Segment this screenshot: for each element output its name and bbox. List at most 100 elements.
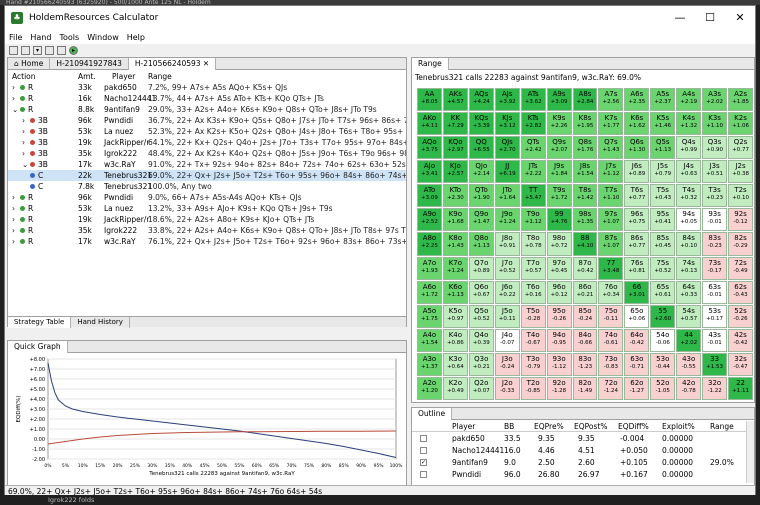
range-cell[interactable]: K9o +1.68 (442, 208, 468, 232)
expand-toggle-icon[interactable]: › (12, 94, 15, 103)
range-cell[interactable]: T6s +0.77 (624, 184, 650, 208)
menu-file[interactable]: File (9, 33, 22, 42)
range-cell[interactable]: KJs +3.12 (494, 112, 520, 136)
maximize-button[interactable]: ☐ (695, 6, 725, 30)
range-cell[interactable]: 63o -0.71 (624, 352, 650, 376)
range-cell[interactable]: T6o +0.16 (520, 280, 546, 304)
range-cell[interactable]: 85o -0.24 (572, 304, 598, 328)
table-row[interactable]: › R 96k Pwndidi 9.0%, 66+ A7s+ A5s-A4s AQo+ … (8, 192, 406, 203)
range-cell[interactable]: J7o +0.52 (494, 256, 520, 280)
table-row[interactable]: › R 19k JackRipper/r 18.6%, 22+ A2s+ A8o+ K9… (8, 214, 406, 225)
range-cell[interactable]: T5s +0.43 (650, 184, 676, 208)
range-cell[interactable]: 83s -0.23 (702, 232, 728, 256)
range-cell[interactable]: JTo +1.64 (494, 184, 520, 208)
range-cell[interactable]: K3s +1.10 (702, 112, 728, 136)
table-row[interactable]: Pwndidi 96.0 26.80 26.97 +0.167 0.00000 (412, 469, 754, 480)
range-cell[interactable]: 72o -1.24 (598, 376, 624, 400)
range-cell[interactable]: K4o +0.86 (442, 328, 468, 352)
range-cell[interactable]: Q7s +1.43 (598, 136, 624, 160)
range-cell[interactable]: 93s -0.01 (702, 208, 728, 232)
range-cell[interactable]: 86s +0.77 (624, 232, 650, 256)
tab-quick-graph[interactable]: Quick Graph (8, 341, 68, 353)
range-cell[interactable]: K5o +0.97 (442, 304, 468, 328)
range-cell[interactable]: 77 +3.48 (598, 256, 624, 280)
col-action[interactable]: Action (12, 72, 36, 81)
range-cell[interactable]: 98s +1.35 (572, 208, 598, 232)
range-cell[interactable]: 22 +1.11 (728, 376, 753, 400)
table-row[interactable]: ✓ 9antifan9 9.0 2.50 2.60 +0.105 0.00000 29.0% (412, 457, 754, 468)
range-cell[interactable]: AA +8.05 (417, 88, 442, 112)
range-cell[interactable]: J9s +1.84 (546, 160, 572, 184)
col-bb[interactable]: BB (504, 422, 514, 431)
expand-toggle-icon[interactable]: ⌄ (12, 105, 18, 114)
col-range[interactable]: Range (148, 72, 172, 81)
range-cell[interactable]: 98o +0.72 (546, 232, 572, 256)
range-cell[interactable]: 52s -0.26 (728, 304, 753, 328)
close-button[interactable]: ✕ (725, 6, 755, 30)
range-cell[interactable]: K2s +1.06 (728, 112, 753, 136)
range-cell[interactable]: KTs +2.82 (520, 112, 546, 136)
range-cell[interactable]: J2s +0.38 (728, 160, 753, 184)
tab-strategy-table[interactable]: Strategy Table (8, 317, 72, 328)
range-cell[interactable]: Q4s +0.99 (676, 136, 702, 160)
range-cell[interactable]: QJo +2.14 (468, 160, 494, 184)
range-cell[interactable]: 74o -0.61 (598, 328, 624, 352)
range-cell[interactable]: 99 +4.76 (546, 208, 572, 232)
row-checkbox[interactable] (420, 471, 427, 478)
range-cell[interactable]: K4s +1.32 (676, 112, 702, 136)
range-cell[interactable]: Q2o +0.07 (468, 376, 494, 400)
range-cell[interactable]: 73o -0.83 (598, 352, 624, 376)
expand-toggle-icon[interactable]: › (22, 138, 25, 147)
save-icon[interactable] (45, 45, 54, 55)
range-cell[interactable]: J9o +1.24 (494, 208, 520, 232)
export-icon[interactable] (57, 45, 66, 55)
range-cell[interactable]: 54o -0.06 (650, 328, 676, 352)
range-cell[interactable]: ATo +3.09 (417, 184, 442, 208)
range-cell[interactable]: T5o -0.28 (520, 304, 546, 328)
range-cell[interactable]: 84s +0.10 (676, 232, 702, 256)
range-cell[interactable]: T4o -0.67 (520, 328, 546, 352)
range-cell[interactable]: 74s +0.13 (676, 256, 702, 280)
table-row[interactable]: › R 35k Igrok222 33.8%, 22+ A2s+ A4o+ K6s+ K… (8, 225, 406, 236)
range-cell[interactable]: 75o -0.11 (598, 304, 624, 328)
range-cell[interactable]: J5o +0.11 (494, 304, 520, 328)
tab-hand-1[interactable]: H-210941927843 (50, 58, 129, 70)
range-cell[interactable]: J3s +0.51 (702, 160, 728, 184)
range-cell[interactable]: 65s +0.61 (650, 280, 676, 304)
range-cell[interactable]: A2s +1.85 (728, 88, 753, 112)
range-cell[interactable]: AKs +4.57 (442, 88, 468, 112)
range-cell[interactable]: Q2s +0.77 (728, 136, 753, 160)
range-cell[interactable]: A6s +2.35 (624, 88, 650, 112)
range-cell[interactable]: KTo +2.30 (442, 184, 468, 208)
tab-close-icon[interactable]: ✕ (201, 59, 209, 68)
range-cell[interactable]: Q8o +1.13 (468, 232, 494, 256)
dropdown-icon[interactable]: ▾ (33, 45, 42, 55)
range-cell[interactable]: K8o +1.43 (442, 232, 468, 256)
range-cell[interactable]: ATs +3.62 (520, 88, 546, 112)
range-cell[interactable]: 55 +2.60 (650, 304, 676, 328)
range-cell[interactable]: 32s -0.47 (728, 352, 753, 376)
range-cell[interactable]: 82o -1.49 (572, 376, 598, 400)
table-row[interactable]: › 3B 19k JackRipper/r 64.1%, 22+ Kx+ Q2s+ Q4… (8, 137, 406, 148)
range-cell[interactable]: 64o -0.42 (624, 328, 650, 352)
range-cell[interactable]: 94o -0.95 (546, 328, 572, 352)
range-cell[interactable]: T3s +0.23 (702, 184, 728, 208)
col-eqdiff[interactable]: EQDiff% (618, 422, 649, 431)
range-cell[interactable]: T9s +1.72 (546, 184, 572, 208)
range-cell[interactable]: 42s -0.42 (728, 328, 753, 352)
range-cell[interactable]: T9o +1.12 (520, 208, 546, 232)
range-cell[interactable]: A3s +2.02 (702, 88, 728, 112)
range-cell[interactable]: 95s +0.41 (650, 208, 676, 232)
range-cell[interactable]: JJ +6.19 (494, 160, 520, 184)
range-cell[interactable]: 95o -0.26 (546, 304, 572, 328)
range-cell[interactable]: 43o -0.55 (676, 352, 702, 376)
range-cell[interactable]: Q7o +0.89 (468, 256, 494, 280)
table-row[interactable]: ⌄ R 8.8k 9antifan9 29.0%, 33+ A2s+ A4o+ K6s+… (8, 104, 406, 115)
new-file-icon[interactable] (9, 45, 18, 55)
range-cell[interactable]: K9s +2.26 (546, 112, 572, 136)
range-cell[interactable]: 96s +0.75 (624, 208, 650, 232)
table-row[interactable]: › 3B 96k Pwndidi 36.7%, 22+ Ax K3s+ K9o+ Q5s… (8, 115, 406, 126)
range-cell[interactable]: Q4o +0.39 (468, 328, 494, 352)
range-cell[interactable]: KQo +2.97 (442, 136, 468, 160)
range-cell[interactable]: K7s +1.77 (598, 112, 624, 136)
